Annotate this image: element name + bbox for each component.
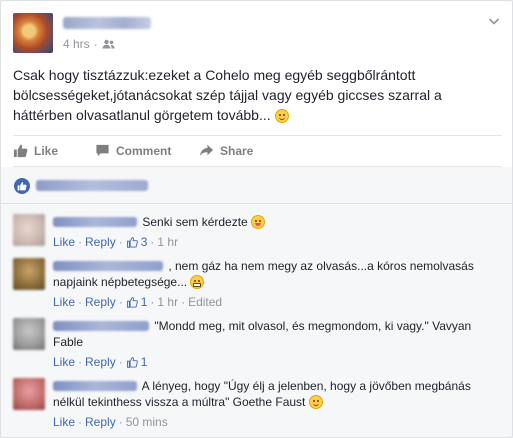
- author-avatar[interactable]: [13, 13, 53, 53]
- tongue-emoji-icon: [251, 215, 266, 229]
- comment-item: , nem gáz ha nem megy az olvasás...a kór…: [13, 258, 508, 314]
- comment-reply-link[interactable]: Reply: [85, 415, 116, 429]
- share-arrow-icon: [199, 144, 214, 157]
- comment-like-link[interactable]: Like: [53, 355, 75, 369]
- comment-reply-link[interactable]: Reply: [85, 295, 116, 309]
- like-reaction-icon: [14, 178, 30, 194]
- comment-button-label: Comment: [116, 143, 172, 158]
- comment-actions: Like · Reply · 1: [53, 355, 148, 369]
- commenter-name-redacted[interactable]: [53, 217, 137, 227]
- reactor-name-redacted[interactable]: [36, 180, 148, 191]
- like-button-label: Like: [34, 143, 59, 158]
- comment-actions: Like · Reply · 1 · 1 hr · Edited: [53, 295, 223, 309]
- comment-reply-link[interactable]: Reply: [85, 235, 116, 249]
- thumbs-up-outline-icon: [126, 237, 138, 248]
- comment-body: "Mondd meg, mit olvasol, és megmondom, k…: [53, 318, 503, 350]
- comment-icon: [96, 144, 109, 157]
- comment-item: A lényeg, hogy "Úgy élj a jelenben, hogy…: [13, 378, 508, 434]
- comment-item: "Mondd meg, mit olvasol, és megmondom, k…: [13, 318, 508, 374]
- comment-time[interactable]: 1 hr: [157, 295, 178, 309]
- comment-text: Senki sem kérdezte: [142, 215, 248, 229]
- author-name-redacted[interactable]: [63, 17, 151, 29]
- commenter-name-redacted[interactable]: [53, 261, 163, 271]
- post-time[interactable]: 4 hrs: [63, 37, 90, 51]
- comment-item: Senki sem kérdezte Like · Reply · 3 · 1 …: [13, 214, 508, 264]
- thumbs-up-outline-icon: [126, 297, 138, 308]
- share-button[interactable]: Share: [199, 143, 253, 158]
- chevron-down-icon[interactable]: [486, 13, 502, 29]
- thumbs-up-icon: [13, 144, 28, 158]
- commenter-avatar[interactable]: [13, 318, 45, 350]
- commenter-avatar[interactable]: [13, 378, 45, 410]
- commenter-avatar[interactable]: [13, 214, 45, 246]
- comment-body: Senki sem kérdezte: [53, 214, 503, 230]
- comment-like-count[interactable]: 1: [141, 355, 148, 369]
- like-button[interactable]: Like: [13, 143, 58, 158]
- comment-edited-label[interactable]: Edited: [188, 295, 222, 309]
- comment-time[interactable]: 1 hr: [157, 235, 178, 249]
- commenter-name-redacted[interactable]: [53, 381, 137, 391]
- post-header: 4 hrs ·: [13, 13, 502, 55]
- thumbs-up-outline-icon: [126, 357, 138, 368]
- comment-reply-link[interactable]: Reply: [85, 355, 116, 369]
- post-meta: 4 hrs ·: [63, 37, 115, 51]
- comment-like-link[interactable]: Like: [53, 235, 75, 249]
- comment-like-link[interactable]: Like: [53, 295, 75, 309]
- post-text: Csak hogy tisztázzuk:ezeket a Cohelo meg…: [13, 65, 483, 125]
- friends-icon: [102, 39, 115, 49]
- comment-body: A lényeg, hogy "Úgy élj a jelenben, hogy…: [53, 378, 503, 410]
- meta-separator: ·: [93, 37, 98, 51]
- commenter-avatar[interactable]: [13, 258, 45, 290]
- comment-button[interactable]: Comment: [95, 143, 171, 158]
- comment-like-count[interactable]: 1: [141, 295, 148, 309]
- post-actions-bar: Like Comment Share: [13, 135, 502, 167]
- post-card: 4 hrs · Csak hogy tisztázzuk:ezeket a Co…: [0, 0, 513, 438]
- comment-like-link[interactable]: Like: [53, 415, 75, 429]
- comment-time[interactable]: 50 mins: [126, 415, 168, 429]
- share-button-label: Share: [220, 143, 254, 158]
- smile-emoji-icon: [308, 395, 323, 409]
- post-text-content: Csak hogy tisztázzuk:ezeket a Cohelo meg…: [13, 67, 442, 123]
- comments-section: Senki sem kérdezte Like · Reply · 3 · 1 …: [1, 204, 512, 437]
- comment-actions: Like · Reply · 3 · 1 hr: [53, 235, 179, 249]
- comment-like-count[interactable]: 3: [141, 235, 148, 249]
- reactions-summary[interactable]: [1, 167, 512, 204]
- commenter-name-redacted[interactable]: [53, 321, 149, 331]
- comment-actions: Like · Reply · 50 mins: [53, 415, 168, 429]
- comment-body: , nem gáz ha nem megy az olvasás...a kór…: [53, 258, 503, 290]
- smile-emoji-icon: [274, 109, 289, 123]
- grin-emoji-icon: [190, 275, 205, 289]
